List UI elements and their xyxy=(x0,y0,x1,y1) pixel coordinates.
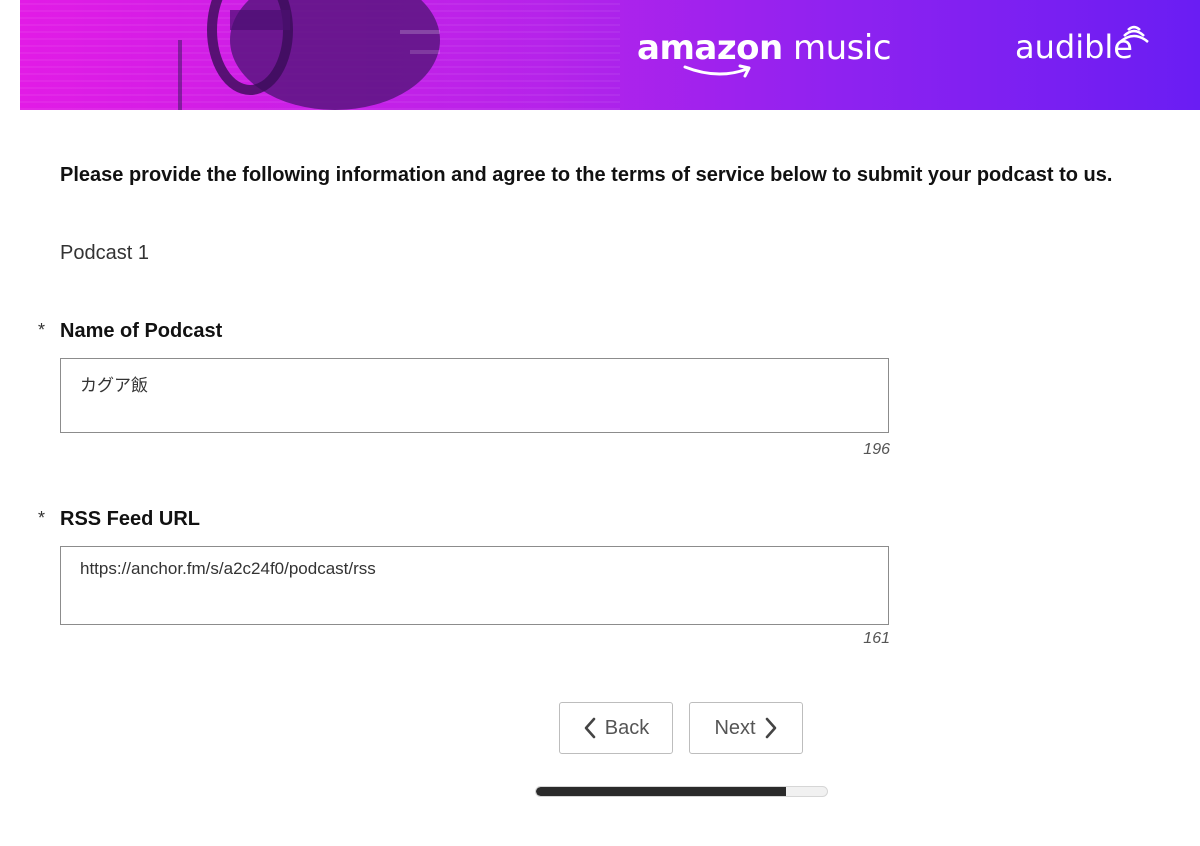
chevron-left-icon xyxy=(584,717,596,739)
audible-waves-icon xyxy=(1119,25,1149,43)
podcast-name-char-counter: 196 xyxy=(863,441,890,458)
amazon-smile-icon xyxy=(683,64,751,78)
back-button-label: Back xyxy=(604,716,650,739)
next-button[interactable]: Next xyxy=(689,702,803,754)
section-title: Podcast 1 xyxy=(60,242,149,264)
podcast-name-label: Name of Podcast xyxy=(60,320,223,342)
music-logo-word: music xyxy=(792,28,892,68)
intro-text: Please provide the following information… xyxy=(60,164,1113,186)
amazon-logo-word: amazon xyxy=(637,28,783,68)
header-banner: amazon music audible xyxy=(20,0,1200,110)
progress-bar xyxy=(535,786,828,797)
next-button-label: Next xyxy=(714,716,756,739)
chevron-right-icon xyxy=(765,717,776,739)
back-button[interactable]: Back xyxy=(559,702,673,754)
required-marker: * xyxy=(38,320,46,340)
rss-feed-url-input[interactable]: https://anchor.fm/s/a2c24f0/podcast/rss xyxy=(60,546,889,625)
amazon-music-logo: amazon music xyxy=(637,28,892,68)
required-marker: * xyxy=(38,508,46,528)
rss-feed-url-char-counter: 161 xyxy=(863,630,890,647)
microphone-icon xyxy=(178,0,440,110)
podcast-name-input[interactable]: カグア飯 xyxy=(60,358,889,433)
rss-feed-url-label: RSS Feed URL xyxy=(60,508,201,530)
progress-bar-fill xyxy=(536,787,787,796)
